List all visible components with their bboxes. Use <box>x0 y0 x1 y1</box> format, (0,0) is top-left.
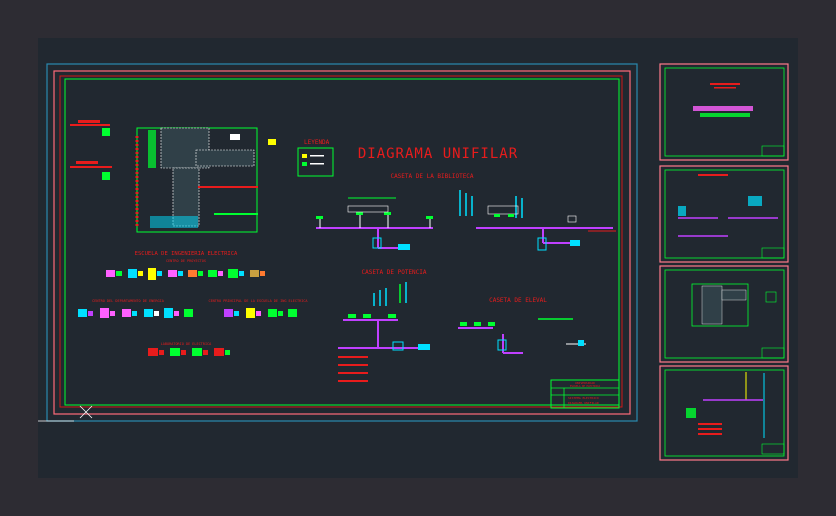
sheet-thumbnail-4[interactable] <box>659 365 789 461</box>
tb-sheet: DIAGRAMA UNIFILAR <box>568 401 599 405</box>
school-title: ESCUELA DE INGENIERIA ELECTRICA <box>135 251 238 257</box>
floor-plan <box>135 127 276 233</box>
biblioteca-right-diagram <box>459 190 616 251</box>
sheet-thumbnail-1[interactable] <box>659 63 789 161</box>
potencia-diagram <box>338 282 430 382</box>
left-notes <box>70 120 112 180</box>
drawing-canvas[interactable]: DIAGRAMA UNIFILAR LEYENDA CASETA DE LA B… <box>38 38 798 478</box>
elevacion-diagram <box>458 318 586 354</box>
section-potencia: CASETA DE POTENCIA <box>361 269 426 276</box>
sheet-thumbnail-3[interactable] <box>659 265 789 363</box>
biblioteca-diagram <box>316 197 433 250</box>
symbol-row-3 <box>148 348 230 356</box>
symbol-row-1 <box>106 268 265 280</box>
tb-project: SISTEMA ELECTRICO <box>568 396 599 400</box>
sub-left-title: CENTRO DEL DEPARTAMENTO DE ENERGIA <box>92 299 165 303</box>
diagram-title: DIAGRAMA UNIFILAR <box>358 146 518 162</box>
section-elevacion: CASETA DE ELEVAL <box>489 297 547 304</box>
sub-right-title: CENTRO PRINCIPAL DE LA ESCUELA DE ING EL… <box>208 299 308 303</box>
section-biblioteca: CASETA DE LA BIBLIOTECA <box>390 173 473 180</box>
legend-title: LEYENDA <box>304 139 330 146</box>
sheet-thumbnail-2[interactable] <box>659 165 789 263</box>
title-block: UNIVERSIDAD ESCUELA DE ELECTRICA SISTEMA… <box>550 379 620 409</box>
tb-faculty: ESCUELA DE ELECTRICA <box>570 384 601 388</box>
sub-bottom-title: LABORATORIO DE ELECTRICA <box>161 342 212 346</box>
symbol-row-2 <box>78 308 297 318</box>
cad-drawing: DIAGRAMA UNIFILAR LEYENDA CASETA DE LA B… <box>38 63 789 461</box>
school-subtitle: CENTRO DE PROYECTOS <box>166 259 206 263</box>
